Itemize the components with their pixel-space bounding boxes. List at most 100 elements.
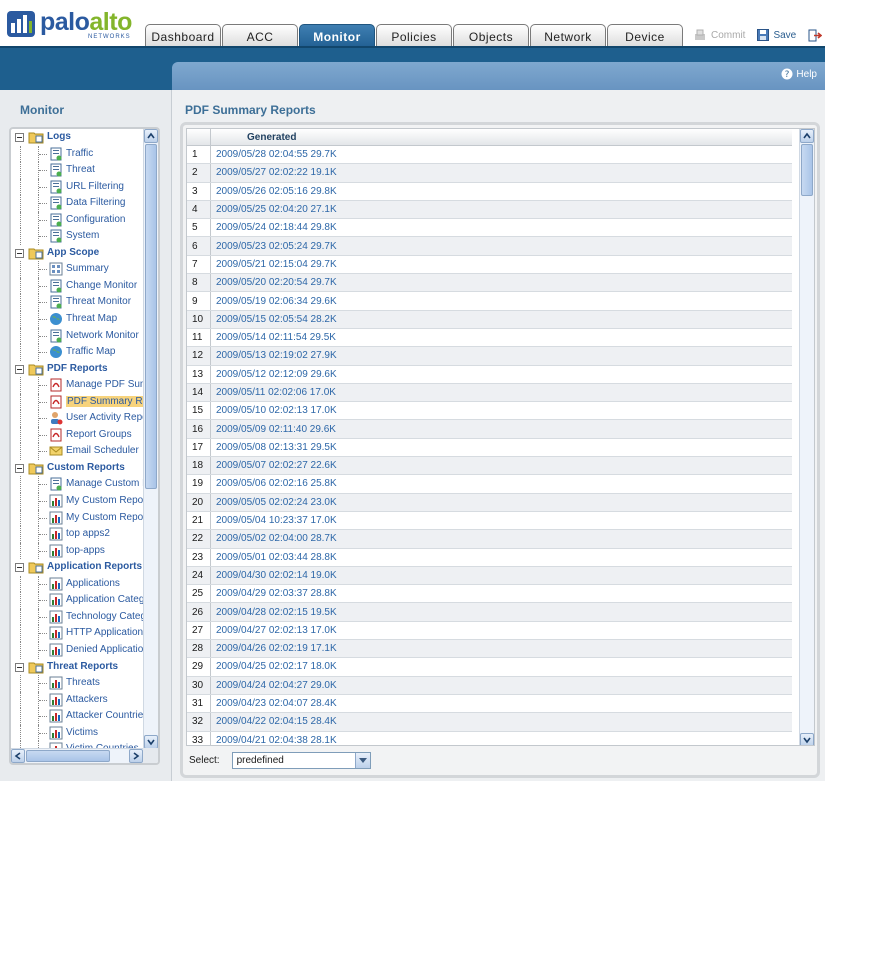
- grid-scroll-thumb[interactable]: [801, 144, 813, 196]
- collapse-icon[interactable]: [15, 563, 24, 573]
- tree-horizontal-scrollbar[interactable]: [11, 748, 143, 763]
- collapse-icon[interactable]: [15, 463, 24, 473]
- report-link[interactable]: 2009/05/06 02:02:16 25.8K: [211, 478, 337, 489]
- tree-item-top-apps[interactable]: top-apps: [11, 542, 143, 560]
- report-link[interactable]: 2009/04/23 02:04:07 28.4K: [211, 698, 337, 709]
- collapse-icon[interactable]: [15, 662, 24, 672]
- tree-item-victims[interactable]: Victims: [11, 724, 143, 742]
- tree-group-threat-reports[interactable]: Threat Reports: [11, 659, 143, 676]
- tree-group-pdf-reports[interactable]: PDF Reports: [11, 361, 143, 378]
- tree-group-app-scope[interactable]: App Scope: [11, 245, 143, 262]
- report-link[interactable]: 2009/04/30 02:02:14 19.0K: [211, 570, 337, 581]
- save-button[interactable]: Save: [757, 29, 796, 41]
- tree-item-threats[interactable]: Threats: [11, 675, 143, 692]
- report-link[interactable]: 2009/04/24 02:04:27 29.0K: [211, 680, 337, 691]
- tab-acc[interactable]: ACC: [222, 24, 298, 47]
- tree-item-configuration[interactable]: Configuration: [11, 211, 143, 229]
- report-link[interactable]: 2009/05/01 02:03:44 28.8K: [211, 552, 337, 563]
- report-link[interactable]: 2009/05/05 02:02:24 23.0K: [211, 497, 337, 508]
- tree-item-top-apps2[interactable]: top apps2: [11, 526, 143, 543]
- grid-scroll-up-button[interactable]: [800, 129, 814, 143]
- report-link[interactable]: 2009/05/08 02:13:31 29.5K: [211, 442, 337, 453]
- tree-group-application-reports[interactable]: Application Reports: [11, 559, 143, 576]
- tree-item-manage-pdf-summ[interactable]: Manage PDF Summ: [11, 377, 143, 394]
- report-link[interactable]: 2009/04/25 02:02:17 18.0K: [211, 661, 337, 672]
- report-link[interactable]: 2009/05/28 02:04:55 29.7K: [211, 149, 337, 160]
- tab-network[interactable]: Network: [530, 24, 606, 47]
- report-link[interactable]: 2009/05/20 02:20:54 29.7K: [211, 277, 337, 288]
- scroll-thumb[interactable]: [145, 144, 157, 489]
- report-link[interactable]: 2009/05/15 02:05:54 28.2K: [211, 314, 337, 325]
- tree-item-pdf-summary-rep[interactable]: PDF Summary Rep: [11, 393, 143, 411]
- tree-item-http-applications[interactable]: HTTP Applications: [11, 625, 143, 642]
- tree-item-threat[interactable]: Threat: [11, 162, 143, 179]
- logout-button[interactable]: [808, 29, 826, 42]
- report-type-select[interactable]: predefined: [231, 751, 371, 769]
- tree-item-denied-application[interactable]: Denied Application: [11, 641, 143, 659]
- report-link[interactable]: 2009/05/12 02:12:09 29.6K: [211, 369, 337, 380]
- tree-item-threat-map[interactable]: Threat Map: [11, 311, 143, 328]
- tree-item-change-monitor[interactable]: Change Monitor: [11, 277, 143, 295]
- report-link[interactable]: 2009/05/07 02:02:27 22.6K: [211, 460, 337, 471]
- scroll-left-button[interactable]: [11, 749, 25, 763]
- tree-item-network-monitor[interactable]: Network Monitor: [11, 327, 143, 345]
- collapse-icon[interactable]: [15, 133, 24, 142]
- tree-group-custom-reports[interactable]: Custom Reports: [11, 460, 143, 477]
- report-link[interactable]: 2009/05/04 10:23:37 17.0K: [211, 515, 337, 526]
- commit-button[interactable]: Commit: [693, 29, 745, 41]
- tree-item-technology-categ[interactable]: Technology Categ: [11, 608, 143, 626]
- column-header-generated[interactable]: Generated: [247, 132, 296, 143]
- report-link[interactable]: 2009/04/21 02:04:38 28.1K: [211, 735, 337, 745]
- report-link[interactable]: 2009/05/10 02:02:13 17.0K: [211, 405, 337, 416]
- report-link[interactable]: 2009/05/19 02:06:34 29.6K: [211, 296, 337, 307]
- scroll-right-button[interactable]: [129, 749, 143, 763]
- tree-item-system[interactable]: System: [11, 228, 143, 245]
- tree-item-my-custom-report[interactable]: My Custom Report: [11, 509, 143, 527]
- report-link[interactable]: 2009/05/25 02:04:20 27.1K: [211, 204, 337, 215]
- scroll-thumb-horizontal[interactable]: [26, 750, 110, 762]
- tree-item-threat-monitor[interactable]: Threat Monitor: [11, 294, 143, 312]
- tab-dashboard[interactable]: Dashboard: [145, 24, 221, 47]
- report-link[interactable]: 2009/05/09 02:11:40 29.6K: [211, 424, 336, 435]
- collapse-icon[interactable]: [15, 248, 24, 258]
- report-link[interactable]: 2009/05/02 02:04:00 28.7K: [211, 533, 337, 544]
- report-link[interactable]: 2009/05/13 02:19:02 27.9K: [211, 350, 337, 361]
- tree-vertical-scrollbar[interactable]: [143, 129, 158, 749]
- tree-item-my-custom-report[interactable]: My Custom Report: [11, 493, 143, 510]
- tree-item-manage-custom-r[interactable]: Manage Custom R: [11, 476, 143, 494]
- tree-item-email-scheduler[interactable]: Email Scheduler: [11, 443, 143, 460]
- tree-item-url-filtering[interactable]: URL Filtering: [11, 178, 143, 196]
- report-link[interactable]: 2009/05/14 02:11:54 29.5K: [211, 332, 336, 343]
- tree-item-data-filtering[interactable]: Data Filtering: [11, 195, 143, 212]
- tree-item-traffic[interactable]: Traffic: [11, 145, 143, 163]
- tree-item-user-activity-repo[interactable]: User Activity Repo: [11, 410, 143, 427]
- tree-item-attacker-countries[interactable]: Attacker Countries: [11, 708, 143, 725]
- grid-vertical-scrollbar[interactable]: [799, 129, 814, 745]
- report-link[interactable]: 2009/05/24 02:18:44 29.8K: [211, 222, 337, 233]
- tab-monitor[interactable]: Monitor: [299, 24, 375, 48]
- tree-item-applications[interactable]: Applications: [11, 575, 143, 593]
- scroll-up-button[interactable]: [144, 129, 158, 143]
- tree-item-attackers[interactable]: Attackers: [11, 691, 143, 709]
- report-link[interactable]: 2009/05/23 02:05:24 29.7K: [211, 241, 337, 252]
- tree-group-logs[interactable]: Logs: [11, 129, 143, 146]
- tree-item-report-groups[interactable]: Report Groups: [11, 426, 143, 444]
- report-link[interactable]: 2009/04/27 02:02:13 17.0K: [211, 625, 337, 636]
- tree-item-application-categ[interactable]: Application Categ: [11, 592, 143, 609]
- report-link[interactable]: 2009/04/29 02:03:37 28.8K: [211, 588, 337, 599]
- report-link[interactable]: 2009/05/27 02:02:22 19.1K: [211, 167, 337, 178]
- report-link[interactable]: 2009/05/26 02:05:16 29.8K: [211, 186, 337, 197]
- tab-objects[interactable]: Objects: [453, 24, 529, 47]
- report-link[interactable]: 2009/04/28 02:02:15 19.5K: [211, 607, 337, 618]
- tab-device[interactable]: Device: [607, 24, 683, 47]
- select-dropdown-button[interactable]: [354, 752, 370, 768]
- report-link[interactable]: 2009/04/22 02:04:15 28.4K: [211, 716, 337, 727]
- scroll-down-button[interactable]: [144, 735, 158, 749]
- report-link[interactable]: 2009/04/26 02:02:19 17.1K: [211, 643, 337, 654]
- grid-scroll-down-button[interactable]: [800, 733, 814, 745]
- report-link[interactable]: 2009/05/11 02:02:06 17.0K: [211, 387, 336, 398]
- report-link[interactable]: 2009/05/21 02:15:04 29.7K: [211, 259, 337, 270]
- tab-policies[interactable]: Policies: [376, 24, 452, 47]
- help-link[interactable]: ? Help: [781, 68, 817, 80]
- tree-item-summary[interactable]: Summary: [11, 261, 143, 278]
